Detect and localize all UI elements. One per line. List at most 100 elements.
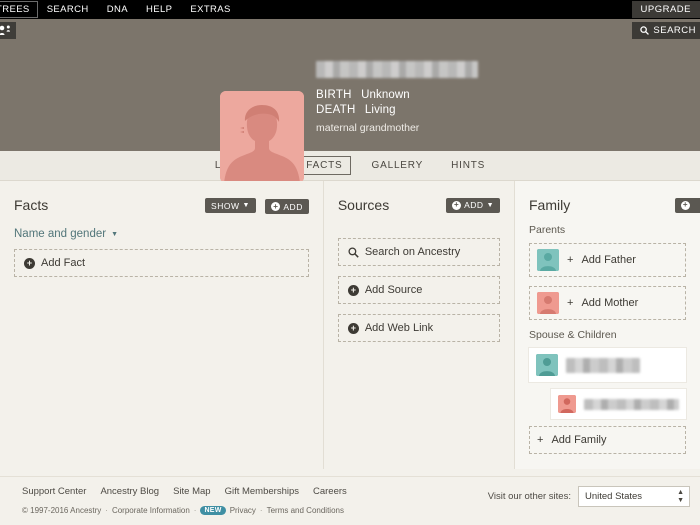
plus-icon: + (537, 434, 544, 446)
sources-panel-header: Sources + ADD ▼ (338, 195, 500, 215)
nav-item-extras[interactable]: EXTRAS (181, 0, 239, 19)
facts-panel-title: Facts (14, 197, 49, 213)
search-icon (640, 26, 650, 35)
avatar[interactable] (220, 91, 304, 183)
person-header: BIRTH Unknown DEATH Living maternal gran… (0, 41, 700, 183)
facts-panel: Facts SHOW ▼ + ADD Name and gender ▼ + A… (0, 181, 323, 469)
search-button-label: SEARCH (653, 25, 696, 36)
country-select[interactable]: United States ▲ ▼ (578, 486, 690, 507)
family-panel-header: Family + (529, 195, 700, 215)
new-badge: NEW (200, 506, 226, 515)
family-tree-icon-button[interactable] (0, 22, 16, 39)
add-family-button[interactable]: + Add Family (529, 426, 686, 454)
nav-item-search[interactable]: SEARCH (38, 0, 98, 19)
chevron-down-icon: ▼ (242, 202, 250, 210)
search-on-ancestry-button[interactable]: Search on Ancestry (337, 238, 500, 266)
male-silhouette-avatar-icon (536, 354, 558, 376)
death-value: Living (364, 103, 396, 116)
family-panel: Family + Parents + Add Father + Add Moth… (514, 181, 700, 469)
facts-panel-header: Facts SHOW ▼ + ADD (14, 195, 309, 215)
family-add-button[interactable]: + (675, 197, 700, 213)
other-sites-label: Visit our other sites: (487, 491, 571, 502)
add-father-label: Add Father (581, 254, 636, 266)
nav-item-help[interactable]: HELP (137, 0, 181, 19)
chevron-down-icon: ▼ (486, 201, 494, 209)
separator: · (259, 506, 263, 515)
parents-section-label: Parents (529, 224, 566, 236)
family-member-name-redacted (566, 357, 640, 373)
plus-icon: + (347, 322, 359, 334)
female-silhouette-avatar (537, 292, 559, 314)
death-label: DEATH (316, 103, 356, 116)
plus-icon: + (271, 201, 281, 212)
footer-site-selector: Visit our other sites: United States ▲ ▼ (488, 486, 690, 507)
top-navigation-bar: TREES SEARCH DNA HELP EXTRAS UPGRADE (0, 0, 700, 19)
spouse-children-section-label: Spouse & Children (529, 329, 617, 341)
add-fact-header-button[interactable]: + ADD (265, 199, 309, 215)
upgrade-button[interactable]: UPGRADE (631, 1, 700, 18)
add-fact-label: Add Fact (41, 257, 86, 269)
copyright-text: © 1997-2016 Ancestry (22, 506, 102, 515)
search-button[interactable]: SEARCH (632, 22, 700, 39)
nav-item-trees[interactable]: TREES (0, 1, 38, 18)
separator: · (105, 506, 108, 515)
main-content: Facts SHOW ▼ + ADD Name and gender ▼ + A… (0, 181, 700, 469)
footer-link-gift-memberships[interactable]: Gift Memberships (225, 486, 299, 497)
footer-legal: © 1997-2016 Ancestry · Corporate Informa… (22, 506, 686, 515)
plus-icon: + (681, 200, 690, 210)
add-father-button[interactable]: + Add Father (529, 243, 686, 277)
family-member-row[interactable] (551, 389, 686, 419)
plus-icon: + (452, 200, 462, 210)
add-fact-button[interactable]: + Add Fact (14, 249, 309, 277)
tree-toolbar: SEARCH (0, 19, 700, 41)
footer-link-site-map[interactable]: Site Map (173, 486, 211, 497)
relationship-label: maternal grandmother (316, 121, 420, 134)
stepper-arrows-icon: ▲ ▼ (677, 489, 684, 504)
show-dropdown-label: SHOW (211, 200, 240, 211)
add-source-label: Add Source (364, 284, 423, 296)
family-member-row[interactable] (529, 348, 686, 382)
footer-link-corporate-information[interactable]: Corporate Information (112, 506, 190, 515)
profile-tabs: LIFESTORY FACTS GALLERY HINTS (0, 151, 700, 181)
footer-link-ancestry-blog[interactable]: Ancestry Blog (100, 486, 159, 497)
footer-link-careers[interactable]: Careers (313, 486, 347, 497)
chevron-down-icon: ▼ (111, 230, 118, 238)
sources-panel-title: Sources (337, 197, 390, 213)
add-web-link-label: Add Web Link (364, 322, 434, 334)
add-button-label: ADD (283, 201, 303, 212)
plus-icon: + (567, 254, 574, 266)
family-tree-icon (0, 25, 10, 35)
search-icon (348, 246, 359, 258)
add-source-dropdown-button[interactable]: + ADD ▼ (446, 197, 500, 213)
birth-fact-line: BIRTH Unknown (316, 88, 478, 103)
male-silhouette-avatar (537, 249, 559, 271)
person-info: BIRTH Unknown DEATH Living maternal gran… (316, 59, 478, 134)
add-family-label: Add Family (551, 434, 607, 446)
birth-value: Unknown (361, 88, 410, 101)
family-panel-title: Family (529, 197, 571, 213)
footer-link-terms[interactable]: Terms and Conditions (267, 506, 344, 515)
search-on-ancestry-label: Search on Ancestry (364, 246, 461, 258)
female-silhouette-avatar (558, 395, 576, 413)
tab-gallery[interactable]: GALLERY (365, 157, 431, 174)
family-member-name-redacted (584, 398, 679, 410)
male-silhouette-avatar-icon (537, 249, 559, 271)
plus-icon: + (347, 284, 359, 296)
top-nav-right: UPGRADE (631, 0, 700, 19)
tab-facts[interactable]: FACTS (298, 156, 351, 175)
nav-item-dna[interactable]: DNA (98, 0, 137, 19)
add-source-button[interactable]: + Add Source (337, 276, 500, 304)
tab-hints[interactable]: HINTS (444, 157, 492, 174)
name-and-gender-link[interactable]: Name and gender ▼ (14, 228, 118, 240)
add-mother-button[interactable]: + Add Mother (529, 286, 686, 320)
add-web-link-button[interactable]: + Add Web Link (337, 314, 500, 342)
male-silhouette-avatar (536, 354, 558, 376)
page-footer: Support Center Ancestry Blog Site Map Gi… (0, 476, 700, 525)
female-silhouette-avatar-icon (537, 292, 559, 314)
footer-link-privacy[interactable]: Privacy (230, 506, 256, 515)
facts-panel-actions: SHOW ▼ + ADD (205, 196, 309, 215)
name-and-gender-label: Name and gender (14, 228, 107, 240)
footer-link-support-center[interactable]: Support Center (22, 486, 86, 497)
show-dropdown-button[interactable]: SHOW ▼ (205, 198, 256, 214)
top-nav-items: TREES SEARCH DNA HELP EXTRAS (0, 0, 240, 19)
